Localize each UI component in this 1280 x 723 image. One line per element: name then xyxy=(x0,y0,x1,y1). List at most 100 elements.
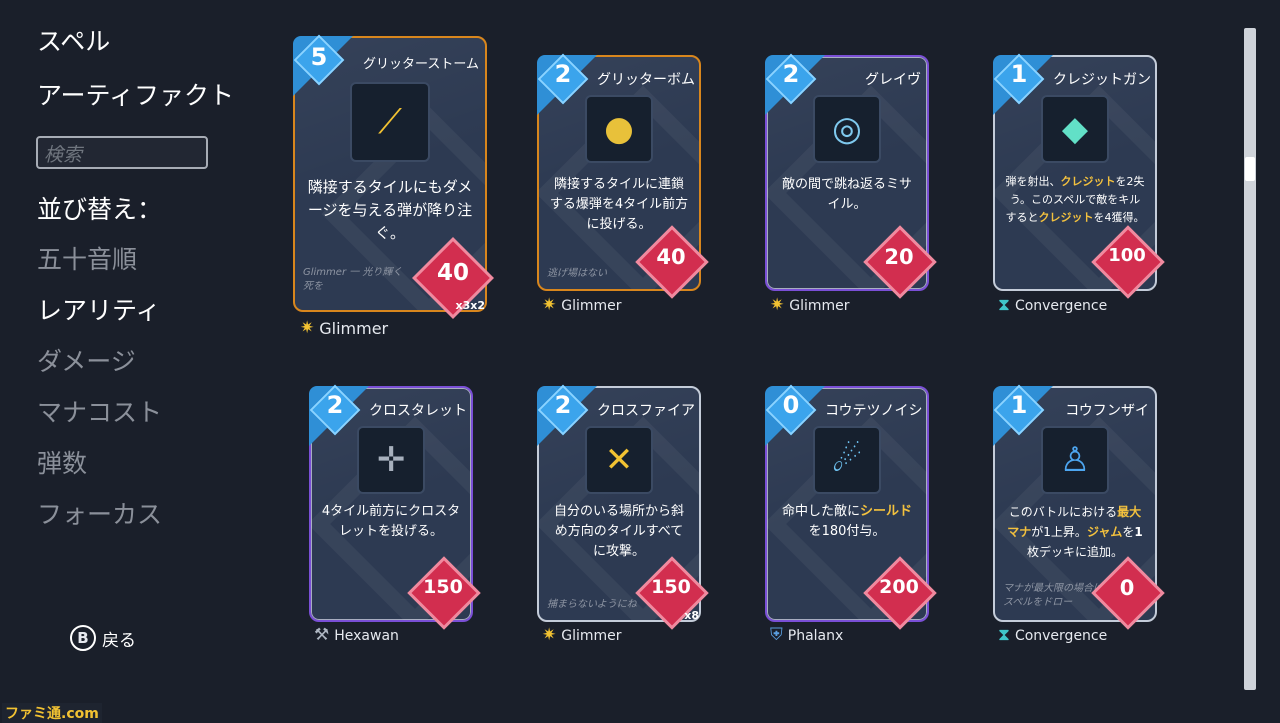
damage-value: 0 xyxy=(1119,576,1135,600)
sort-option-alphabetical[interactable]: 五十音順 xyxy=(37,240,137,276)
card-description: 4タイル前方にクロスタレットを投げる。 xyxy=(321,504,461,539)
back-button[interactable]: B 戻る xyxy=(70,625,136,651)
damage-value: 40 xyxy=(656,245,686,269)
sort-label: 並び替え： xyxy=(37,195,163,224)
spell-card[interactable]: 1 コウフンザイ ♙ このバトルにおける最大マナが1上昇。ジャムを1枚デッキに追… xyxy=(993,384,1161,626)
mana-cost: 2 xyxy=(326,391,344,419)
mana-cost: 1 xyxy=(1010,391,1028,419)
school-tag: ✷ Glimmer xyxy=(542,297,622,314)
damage-value: 40 xyxy=(436,260,469,286)
mana-cost: 2 xyxy=(554,391,572,419)
card-title: コウテツノイシ xyxy=(825,403,923,419)
sparkle-icon: ✷ xyxy=(542,625,557,645)
school-name: Glimmer xyxy=(561,297,622,314)
spell-card[interactable]: 2 グレイヴ ◎ 敵の間で跳ね返るミサイル。 20 xyxy=(765,53,933,295)
hourglass-icon: ⧗ xyxy=(998,295,1010,315)
sparkle-icon: ✷ xyxy=(542,295,557,315)
spell-card[interactable]: 0 コウテツノイシ ☄ 命中した敵にシールドを180付与。 200 xyxy=(765,384,933,626)
damage-badge: 200 xyxy=(867,560,933,626)
back-label: 戻る xyxy=(102,630,136,651)
card-title: コウフンザイ xyxy=(1065,403,1149,419)
school-tag: ⛨ Phalanx xyxy=(770,627,843,644)
scrollbar-track[interactable] xyxy=(1244,28,1256,690)
card-description: 隣接するタイルにもダメージを与える弾が降り注ぐ。 xyxy=(307,178,473,242)
swirl-icon: ◎ xyxy=(815,97,879,161)
site-watermark: ファミ通.com xyxy=(2,703,102,723)
card-flavor: マナが最大限の場合はスペルをドロー xyxy=(1003,583,1103,608)
sort-option-shot-count[interactable]: 弾数 xyxy=(37,444,87,480)
sparkle-icon: ✷ xyxy=(770,295,785,315)
school-tag: ⚒ Hexawan xyxy=(314,627,399,644)
damage-multiplier: x3x2 xyxy=(455,299,486,312)
school-name: Glimmer xyxy=(789,297,850,314)
card-title: クロスタレット xyxy=(369,403,467,419)
damage-value: 20 xyxy=(884,245,914,269)
school-name: Convergence xyxy=(1014,297,1108,314)
damage-badge: 40 xyxy=(639,229,705,295)
spell-card[interactable]: 2 クロスファイア ✕ 自分のいる場所から斜め方向のタイルすべてに攻撃。 捕まら… xyxy=(537,384,705,626)
wrench-icon: ⚒ xyxy=(314,625,330,645)
shards-icon: ⟋ xyxy=(352,84,428,160)
damage-badge: 0 xyxy=(1095,560,1161,626)
spell-card[interactable]: 5 グリッターストーム ⟋ 隣接するタイルにもダメージを与える弾が降り注ぐ。 G… xyxy=(293,34,490,315)
search-input[interactable]: 検索 xyxy=(36,136,208,169)
gem-icon: ◆ xyxy=(1043,97,1107,161)
card-flavor: Glimmer 一 光り輝く死を xyxy=(303,267,403,292)
comet-icon: ☄ xyxy=(815,428,879,492)
card-title: グレイヴ xyxy=(865,72,921,88)
tab-artifacts[interactable]: アーティファクト xyxy=(37,76,234,112)
damage-value: 150 xyxy=(423,576,463,598)
tab-spells[interactable]: スペル xyxy=(37,22,110,58)
mana-cost: 1 xyxy=(1010,60,1028,88)
bomb-icon: ● xyxy=(587,97,651,161)
spell-card[interactable]: 2 グリッターボム ● 隣接するタイルに連鎖する爆弾を4タイル前方に投げる。 逃… xyxy=(537,53,705,295)
sort-option-focus[interactable]: フォーカス xyxy=(37,495,162,531)
school-name: Glimmer xyxy=(561,627,622,644)
card-description: 敵の間で跳ね返るミサイル。 xyxy=(781,177,912,212)
turret-icon: ✛ xyxy=(359,428,423,492)
figure-icon: ♙ xyxy=(1043,428,1107,492)
school-tag: ✷ Glimmer xyxy=(542,627,622,644)
card-title: グリッターストーム xyxy=(363,57,479,72)
card-description: 命中した敵にシールドを180付与。 xyxy=(781,504,913,539)
scrollbar-thumb[interactable] xyxy=(1245,157,1255,181)
card-title: グリッターボム xyxy=(597,72,695,88)
shield-icon: ⛨ xyxy=(770,625,783,645)
spell-card[interactable]: 2 クロスタレット ✛ 4タイル前方にクロスタレットを投げる。 150 xyxy=(309,384,477,626)
school-tag: ✷ Glimmer xyxy=(300,319,388,338)
school-name: Convergence xyxy=(1014,627,1108,644)
card-description: 自分のいる場所から斜め方向のタイルすべてに攻撃。 xyxy=(553,504,684,559)
school-name: Phalanx xyxy=(787,627,844,644)
school-tag: ⧗ Convergence xyxy=(998,297,1107,314)
mana-cost: 5 xyxy=(310,43,328,71)
mana-cost: 0 xyxy=(782,391,800,419)
card-description: このバトルにおける最大マナが1上昇。ジャムを1枚デッキに追加。 xyxy=(1007,505,1143,559)
damage-badge: 150 x8 xyxy=(639,560,705,626)
sidebar: スペル アーティファクト 検索 並び替え： 五十音順 レアリティ ダメージ マナ… xyxy=(0,0,260,720)
damage-badge: 20 xyxy=(867,229,933,295)
school-tag: ⧗ Convergence xyxy=(998,627,1107,644)
spell-card[interactable]: 1 クレジットガン ◆ 弾を射出、クレジットを2失う。このスペルで敵をキルすると… xyxy=(993,53,1161,295)
damage-value: 100 xyxy=(1108,245,1146,266)
damage-multiplier: x8 xyxy=(684,609,699,622)
damage-value: 150 xyxy=(651,576,691,598)
damage-badge: 150 xyxy=(411,560,477,626)
card-title: クロスファイア xyxy=(597,403,695,419)
mana-cost: 2 xyxy=(554,60,572,88)
damage-badge: 100 xyxy=(1095,229,1161,295)
sort-option-mana-cost[interactable]: マナコスト xyxy=(37,393,162,429)
hourglass-icon: ⧗ xyxy=(998,625,1010,645)
card-title: クレジットガン xyxy=(1053,72,1151,88)
mana-cost: 2 xyxy=(782,60,800,88)
sort-option-damage[interactable]: ダメージ xyxy=(37,342,136,378)
cross-icon: ✕ xyxy=(587,428,651,492)
school-name: Hexawan xyxy=(334,627,399,644)
card-flavor: 逃げ場はない xyxy=(547,268,607,279)
school-name: Glimmer xyxy=(319,319,389,338)
damage-value: 200 xyxy=(879,576,919,598)
school-tag: ✷ Glimmer xyxy=(770,297,850,314)
card-flavor: 捕まらないようにね xyxy=(547,599,637,610)
card-description: 隣接するタイルに連鎖する爆弾を4タイル前方に投げる。 xyxy=(549,177,689,232)
sort-option-rarity[interactable]: レアリティ xyxy=(37,291,161,327)
damage-badge: 40 x3x2 xyxy=(416,241,490,315)
